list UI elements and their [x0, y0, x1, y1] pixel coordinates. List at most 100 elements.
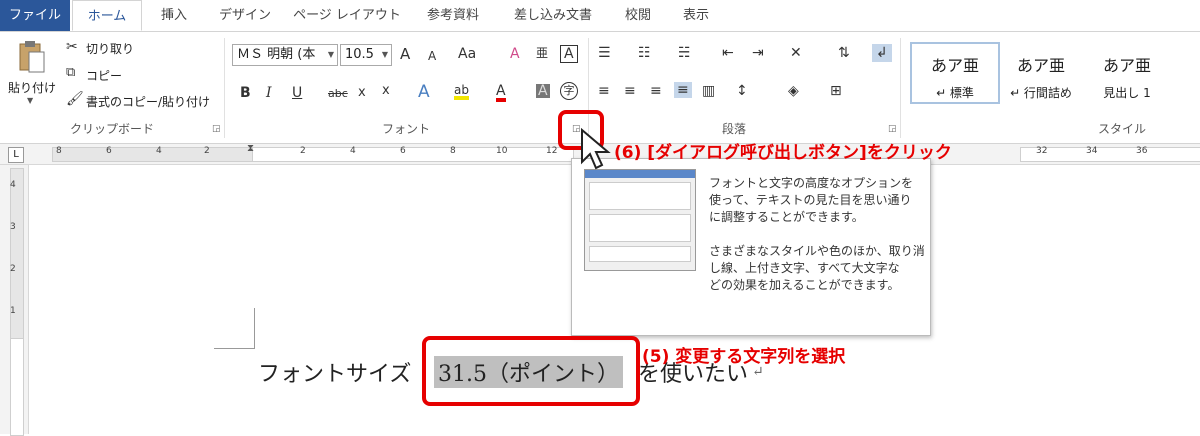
annotation-step5: (5) 変更する文字列を選択	[642, 347, 846, 367]
tooltip-line: どの効果を加えることができます。	[709, 278, 900, 292]
paste-dropdown-icon[interactable]: ▼	[27, 96, 33, 105]
clipboard-icon	[19, 41, 45, 73]
align-left-icon[interactable]: ≡	[598, 84, 610, 98]
font-size-value: 10.5	[345, 47, 374, 62]
style-no-spacing[interactable]: あア亜 ↵ 行間詰め	[996, 42, 1086, 104]
cut-button[interactable]: 切り取り	[86, 40, 134, 57]
strikethrough-icon[interactable]: abc	[328, 88, 348, 99]
tab-review[interactable]: 校閲	[616, 0, 660, 31]
italic-icon[interactable]: I	[266, 86, 272, 100]
paragraph-launcher-icon[interactable]: ◲	[888, 124, 897, 134]
enclose-characters-icon[interactable]: 字	[560, 82, 578, 100]
character-border-icon[interactable]: A	[560, 45, 578, 63]
justify-icon[interactable]: ≡	[674, 82, 692, 98]
subscript-icon[interactable]: x	[358, 86, 366, 99]
highlight-icon[interactable]: ab	[454, 84, 469, 100]
annotation-box-selection	[422, 336, 640, 406]
group-label-font: フォント	[382, 122, 431, 136]
ruler-number: 2	[204, 146, 210, 156]
style-sample: あア亜	[930, 56, 979, 75]
document-text-before[interactable]: フォントサイズ	[258, 356, 411, 388]
align-center-icon[interactable]: ≡	[624, 84, 636, 98]
asian-layout-icon[interactable]: ✕	[790, 46, 802, 60]
font-color-icon[interactable]: A	[496, 84, 506, 102]
format-painter-button[interactable]: 書式のコピー/貼り付け	[86, 93, 210, 110]
change-case-icon[interactable]: Aa	[458, 47, 476, 61]
bold-icon[interactable]: B	[240, 86, 251, 100]
multilevel-list-icon[interactable]: ☵	[678, 46, 691, 60]
underline-icon[interactable]: U	[292, 86, 302, 100]
style-normal[interactable]: あア亜 ↵ 標準	[910, 42, 1000, 104]
style-label: ↵ 行間詰め	[1010, 86, 1072, 100]
phonetic-guide-icon[interactable]: 亜	[536, 47, 548, 59]
group-separator	[900, 38, 901, 138]
style-sample: あア亜	[1102, 56, 1151, 75]
vruler-number: 2	[10, 264, 16, 274]
tab-mailings[interactable]: 差し込み文書	[504, 0, 602, 31]
font-name-value: ＭＳ 明朝 (本	[237, 47, 316, 62]
distributed-icon[interactable]: ▥	[702, 84, 715, 98]
paste-button[interactable]	[18, 40, 46, 74]
ribbon-tab-bar: ファイル ホーム 挿入 デザイン ページ レイアウト 参考資料 差し込み文書 校…	[0, 0, 1200, 32]
style-sample: あア亜	[1016, 56, 1065, 75]
shrink-font-icon[interactable]: A	[428, 50, 436, 62]
tab-design[interactable]: デザイン	[212, 0, 278, 31]
group-label-paragraph: 段落	[722, 122, 747, 136]
indent-marker-icon[interactable]: ⧗	[247, 143, 254, 154]
dialog-preview-thumbnail	[584, 169, 696, 271]
page-margin-corner	[214, 308, 255, 349]
font-size-combo[interactable]: 10.5 ▼	[340, 44, 392, 66]
group-label-clipboard: クリップボード	[70, 122, 155, 136]
ruler-number: 2	[300, 146, 306, 156]
tooltip-line: に調整することができます。	[709, 210, 864, 224]
align-right-icon[interactable]: ≡	[650, 84, 662, 98]
mouse-cursor-icon	[578, 127, 614, 177]
bullets-icon[interactable]: ☰	[598, 46, 611, 60]
ruler-margin-left	[52, 147, 254, 162]
ruler-number: 12	[546, 146, 558, 156]
superscript-icon[interactable]: x	[382, 84, 390, 97]
tab-selector[interactable]: L	[8, 147, 24, 163]
chevron-down-icon: ▼	[381, 50, 388, 59]
line-spacing-icon[interactable]: ↕	[736, 84, 748, 98]
clipboard-launcher-icon[interactable]: ◲	[212, 124, 221, 134]
copy-button[interactable]: コピー	[86, 67, 122, 84]
thumbnail-panel	[589, 246, 691, 262]
tab-home[interactable]: ホーム	[72, 0, 142, 31]
tooltip-line: フォントと文字の高度なオプションを	[709, 176, 914, 190]
grow-font-icon[interactable]: A	[400, 47, 410, 62]
thumbnail-panel	[589, 182, 691, 210]
tooltip-line: 使って、テキストの見た目を思い通り	[709, 193, 912, 207]
tab-page-layout[interactable]: ページ レイアウト	[292, 0, 402, 31]
scissors-icon: ✂	[66, 39, 78, 55]
numbering-icon[interactable]: ☷	[638, 46, 651, 60]
paste-label[interactable]: 貼り付け	[8, 79, 56, 96]
style-label: 見出し 1	[1103, 86, 1151, 100]
sort-icon[interactable]: ⇅	[838, 46, 850, 60]
thumbnail-panel	[589, 214, 691, 242]
vruler-number: 4	[10, 180, 16, 190]
borders-icon[interactable]: ⊞	[830, 84, 842, 98]
increase-indent-icon[interactable]: ⇥	[752, 46, 764, 60]
paragraph-shading-icon[interactable]: ◈	[788, 84, 799, 98]
tab-insert[interactable]: 挿入	[148, 0, 200, 31]
tab-file[interactable]: ファイル	[0, 0, 70, 31]
font-dialog-tooltip: フォントと文字の高度なオプションを 使って、テキストの見た目を思い通り に調整す…	[571, 158, 931, 336]
ruler-number: 6	[106, 146, 112, 156]
show-formatting-icon[interactable]: ↲	[872, 44, 892, 62]
text-effects-icon[interactable]: A	[418, 84, 430, 101]
group-separator	[224, 38, 225, 138]
character-shading-icon[interactable]: A	[536, 84, 550, 98]
tab-view[interactable]: 表示	[674, 0, 718, 31]
decrease-indent-icon[interactable]: ⇤	[722, 46, 734, 60]
font-name-combo[interactable]: ＭＳ 明朝 (本 ▼	[232, 44, 338, 66]
chevron-down-icon: ▼	[327, 50, 334, 59]
ruler-number: 10	[496, 146, 508, 156]
style-label: ↵ 標準	[936, 86, 974, 100]
tooltip-line: し線、上付き文字、すべて大文字な	[709, 261, 900, 275]
copy-icon: ⧉	[66, 65, 76, 80]
tab-references[interactable]: 参考資料	[416, 0, 490, 31]
clear-formatting-icon[interactable]: A	[510, 47, 520, 61]
style-heading-1[interactable]: あア亜 見出し 1	[1082, 42, 1172, 104]
ruler-number: 6	[400, 146, 406, 156]
